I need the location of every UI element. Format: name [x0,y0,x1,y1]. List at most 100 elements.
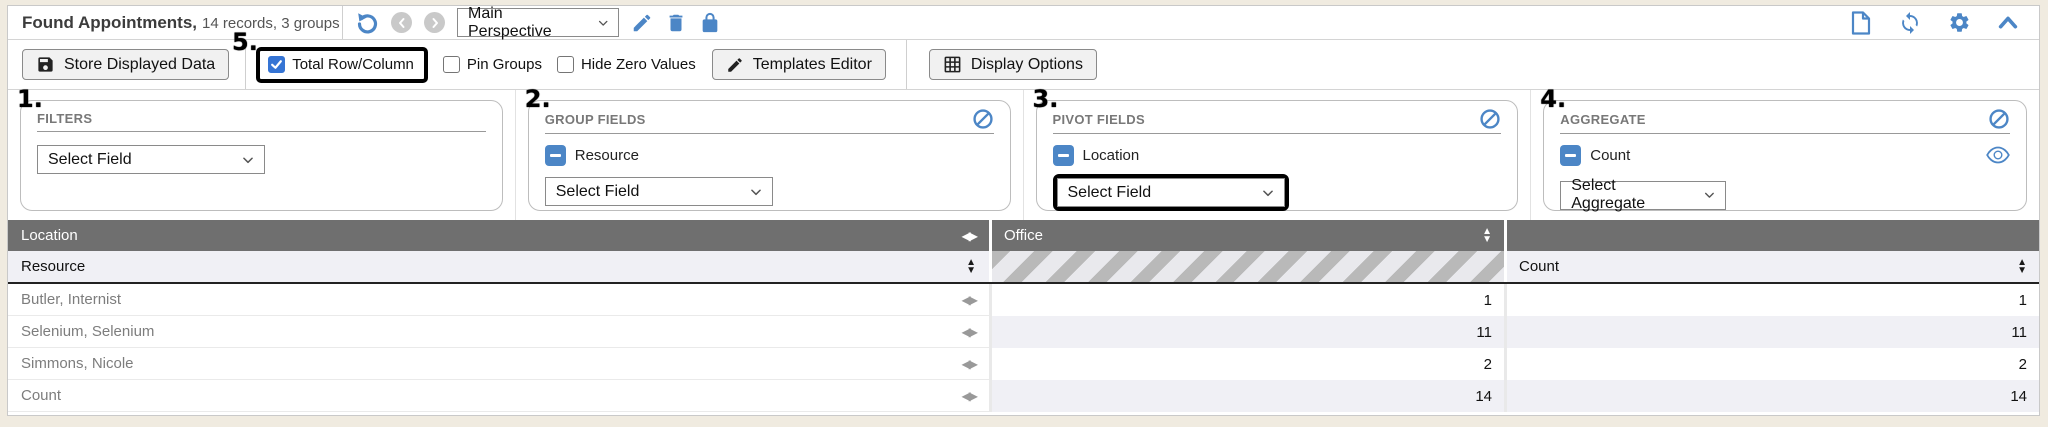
office-column-header[interactable]: Office [992,220,1504,251]
pivot-fields-panel: PIVOT FIELDS Location Select Field [1036,100,1519,211]
pivot-fields-section: 3. PIVOT FIELDS Location Select Field [1024,90,1532,220]
remove-field-icon[interactable] [1560,145,1581,166]
hatched-placeholder-cell [992,251,1504,282]
page-title: Found Appointments, [22,13,197,32]
row-label-cell[interactable]: Simmons, Nicole [8,348,989,380]
table-row: Butler, Internist 1 1 [8,284,2039,316]
filters-field-select[interactable]: Select Field [37,145,265,174]
group-fields-panel-title: GROUP FIELDS [545,112,646,127]
pivot-field-label: Location [1083,147,1140,164]
count-value-cell: 2 [1507,348,2039,380]
sort-icon[interactable] [966,259,976,275]
remove-field-icon[interactable] [545,145,566,166]
lock-icon[interactable] [699,12,721,34]
row-label-cell[interactable]: Butler, Internist [8,284,989,316]
total-row-column-checkbox[interactable] [268,56,285,73]
chevron-down-icon [749,185,763,199]
location-column-header[interactable]: Location [8,220,989,251]
save-icon [36,55,55,74]
perspective-actions [631,12,721,34]
row-label-cell[interactable]: Count [8,380,989,412]
pivot-fields-panel-title: PIVOT FIELDS [1053,112,1145,127]
undo-icon[interactable] [355,11,379,35]
column-resize-icon[interactable] [962,358,976,370]
table-row-total: Count 14 14 [8,380,2039,412]
table-row: Selenium, Selenium 11 11 [8,316,2039,348]
divider [342,6,343,39]
pivot-select-highlight-box: Select Field [1053,174,1289,211]
group-fields-panel: GROUP FIELDS Resource Select Field [528,100,1011,211]
chevron-down-icon [241,153,255,167]
filters-section: 1. FILTERS Select Field [8,90,516,220]
display-options-button[interactable]: Display Options [929,49,1097,80]
hide-zero-values-checkbox[interactable] [557,56,574,73]
count-value-cell: 1 [1507,284,2039,316]
office-value-cell: 1 [992,284,1504,316]
count-column-header[interactable]: Count [1507,251,2039,282]
table-row: Simmons, Nicole 2 2 [8,348,2039,380]
group-field-chip: Resource [545,143,994,167]
perspective-select-value: Main Perspective [468,5,577,41]
count-value-cell: 11 [1507,316,2039,348]
sort-icon[interactable] [1482,228,1492,244]
gear-icon[interactable] [1948,11,1971,34]
new-document-icon[interactable] [1850,11,1872,35]
ban-icon[interactable] [1479,108,1501,130]
pin-groups-checkbox[interactable] [443,56,460,73]
delete-perspective-trash-icon[interactable] [665,12,687,34]
hide-zero-values-group: Hide Zero Values [557,56,696,73]
aggregate-section: 4. AGGREGATE Count Selec [1531,90,2039,220]
remove-field-icon[interactable] [1053,145,1074,166]
count-value-cell: 14 [1507,380,2039,412]
window-actions [1850,11,2039,35]
column-resize-icon[interactable] [962,294,976,306]
perspective-toolbar: Found Appointments,14 records, 3 groups … [8,6,2039,40]
total-row-column-highlight-box: Total Row/Column [256,47,428,83]
row-label-cell[interactable]: Selenium, Selenium [8,316,989,348]
divider [245,40,246,89]
column-resize-icon[interactable] [962,390,976,402]
column-resize-icon[interactable] [962,230,976,242]
filters-panel-title: FILTERS [37,111,92,126]
sort-icon[interactable] [2017,259,2027,275]
pencil-icon [726,56,744,74]
aggregate-field-label: Count [1590,147,1630,164]
record-count: 14 records, 3 groups [202,15,340,32]
office-value-cell: 14 [992,380,1504,412]
perspective-select[interactable]: Main Perspective [457,8,619,37]
eye-icon[interactable] [1986,146,2010,164]
pin-groups-label: Pin Groups [467,56,542,73]
group-field-select[interactable]: Select Field [545,177,773,206]
edit-perspective-pencil-icon[interactable] [631,12,653,34]
group-field-label: Resource [575,147,639,164]
refresh-icon[interactable] [1898,11,1922,35]
aggregate-select[interactable]: Select Aggregate [1560,181,1726,210]
aggregate-panel: AGGREGATE Count Select Aggregate [1543,100,2027,211]
chevron-down-icon [597,16,609,30]
hide-zero-values-label: Hide Zero Values [581,56,696,73]
store-displayed-data-button[interactable]: Store Displayed Data [22,49,229,80]
resource-column-header[interactable]: Resource [8,251,989,282]
chevron-down-icon [1703,188,1716,202]
pivot-table: Location Office Resource Count [8,220,2039,415]
templates-editor-button[interactable]: Templates Editor [712,49,886,80]
pivot-configuration-panels: 1. FILTERS Select Field 2. GROUP FIELDS [8,90,2039,220]
nav-prev-icon[interactable] [391,12,412,33]
group-fields-section: 2. GROUP FIELDS Resource Select Field [516,90,1024,220]
nav-next-icon[interactable] [424,12,445,33]
controls-toolbar: 5. Store Displayed Data Total Row/Column… [8,40,2039,90]
ban-icon[interactable] [1988,108,2010,130]
office-value-cell: 11 [992,316,1504,348]
divider [906,40,907,89]
collapse-icon[interactable] [1997,12,2019,34]
pivot-field-chip: Location [1053,143,1502,167]
filters-panel: FILTERS Select Field [20,100,503,211]
pin-groups-group: Pin Groups [443,56,542,73]
pivot-header-row: Location Office [8,220,2039,251]
found-appointments-widget: Found Appointments,14 records, 3 groups … [7,5,2040,416]
column-resize-icon[interactable] [962,326,976,338]
pivot-field-select[interactable]: Select Field [1057,178,1285,207]
total-row-column-label: Total Row/Column [292,56,414,73]
ban-icon[interactable] [972,108,994,130]
office-value-cell: 2 [992,348,1504,380]
